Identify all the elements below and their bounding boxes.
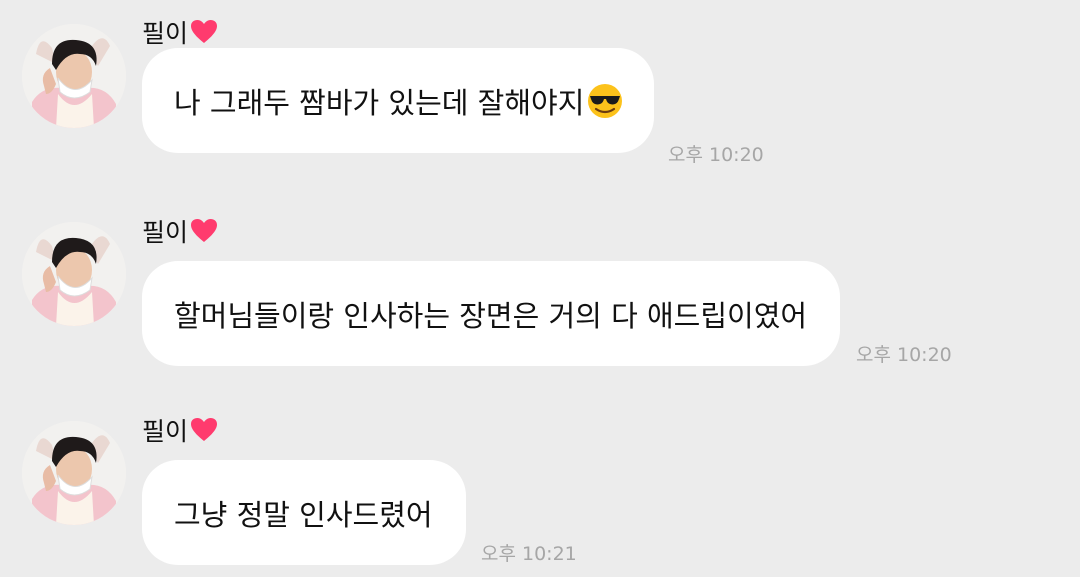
heart-icon: [190, 19, 218, 45]
sender-label: 필이: [142, 19, 189, 48]
profile-photo-icon: [22, 222, 126, 326]
message-group: 필이 할머님들이랑 인사하는 장면은 거의 다 애드립이였어 오후 10:20: [0, 199, 1080, 369]
chat-room: 필이 나 그래두 짬바가 있는데 잘해야지 오후 10:20 필이 할머님들이랑…: [0, 0, 1080, 577]
sender-label: 필이: [142, 417, 189, 446]
sender-name: 필이: [142, 412, 218, 448]
message-group: 필이 그냥 정말 인사드렸어 오후 10:21: [0, 398, 1080, 568]
heart-icon: [190, 218, 218, 244]
profile-photo-icon: [22, 421, 126, 525]
message-bubble[interactable]: 나 그래두 짬바가 있는데 잘해야지: [142, 48, 654, 153]
message-bubble[interactable]: 할머님들이랑 인사하는 장면은 거의 다 애드립이였어: [142, 261, 840, 366]
message-time: 오후 10:20: [668, 144, 764, 166]
message-time: 오후 10:21: [481, 543, 577, 565]
sunglasses-emoji-icon: [586, 82, 624, 120]
message-text: 그냥 정말 인사드렸어: [174, 497, 433, 532]
sender-name: 필이: [142, 14, 218, 50]
heart-icon: [190, 417, 218, 443]
sender-label: 필이: [142, 218, 189, 247]
avatar[interactable]: [22, 421, 126, 525]
message-text: 할머님들이랑 인사하는 장면은 거의 다 애드립이였어: [174, 298, 808, 333]
message-time: 오후 10:20: [856, 344, 952, 366]
profile-photo-icon: [22, 24, 126, 128]
sender-name: 필이: [142, 213, 218, 249]
avatar[interactable]: [22, 222, 126, 326]
message-text: 나 그래두 짬바가 있는데 잘해야지: [174, 85, 585, 120]
avatar[interactable]: [22, 24, 126, 128]
message-bubble[interactable]: 그냥 정말 인사드렸어: [142, 460, 466, 565]
message-group: 필이 나 그래두 짬바가 있는데 잘해야지 오후 10:20: [0, 0, 1080, 170]
